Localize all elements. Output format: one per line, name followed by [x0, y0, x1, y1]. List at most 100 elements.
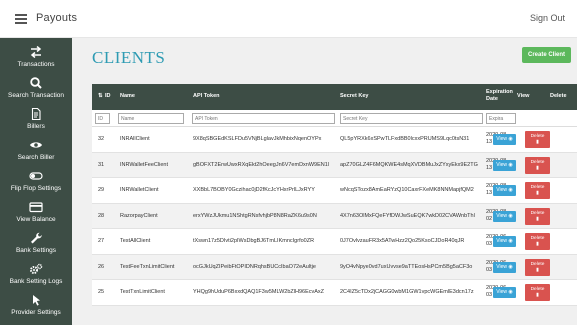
eye-icon: ◉ [508, 289, 513, 295]
eye-icon: ◉ [508, 263, 513, 270]
document-icon [31, 108, 41, 120]
cell-name: INRWalletClient [120, 187, 159, 193]
cell-id: 26 [98, 263, 105, 270]
cell-api-token: XXBbL7BOBY0Gczihac0jD2fKcJcYHxrPrlLJxRYY [193, 187, 315, 193]
sidebar-item-provider-settings[interactable]: Provider Settings [0, 294, 72, 316]
main-content: CLIENTS Create Client ⇅ ID Name API Toke… [72, 38, 577, 325]
column-header-expiration-date[interactable]: Expiration Date [486, 89, 516, 103]
gears-icon [30, 263, 43, 274]
table-row: 31 INRWalletFeeClient gBOFXT2ErwUwxRXqEk… [92, 152, 577, 178]
secret-key-filter-input[interactable] [340, 113, 483, 124]
sign-out-link[interactable]: Sign Out [530, 13, 565, 23]
eye-icon: ◉ [508, 161, 513, 168]
cell-api-token: ocGJkUqZIPeibFtOPIDNRqhsBUCcIbaO72eAultj… [193, 263, 316, 270]
cell-api-token: YHQg9hUduP6BxxdQAQ1F3w5MLW2bZlH96EcvAxZ [193, 289, 325, 295]
view-button[interactable]: View ◉ [493, 236, 516, 247]
delete-button-label: Delete [530, 261, 545, 267]
sidebar-item-label: Bank Setting Logs [9, 278, 63, 285]
sidebar-item-bank-settings[interactable]: Bank Settings [0, 232, 72, 254]
app-title: Payouts [36, 12, 78, 24]
cell-name: INRWalletFeeClient [120, 161, 168, 168]
table-row: 26 TestFeeTxnLimitClient ocGJkUqZIPeibFt… [92, 254, 577, 280]
delete-button[interactable]: Delete ▮ [525, 284, 550, 301]
cell-name: TestAllClient [120, 238, 151, 244]
table-header: ⇅ ID Name API Token Secret Key Expiratio… [92, 84, 577, 110]
delete-button[interactable]: Delete ▮ [525, 182, 550, 199]
view-button-label: View [496, 187, 507, 193]
sidebar-item-search-transaction[interactable]: Search Transaction [0, 77, 72, 99]
cell-id: 31 [98, 161, 105, 168]
sidebar-item-view-balance[interactable]: View Balance [0, 201, 72, 223]
clients-table: ⇅ ID Name API Token Secret Key Expiratio… [92, 84, 577, 306]
trash-icon: ▮ [536, 216, 539, 222]
eye-icon: ◉ [508, 136, 513, 142]
column-header-api-token[interactable]: API Token [193, 93, 220, 99]
delete-button[interactable]: Delete ▮ [525, 156, 550, 174]
view-button-label: View [496, 289, 507, 295]
delete-button-label: Delete [530, 185, 545, 190]
toggle-icon [29, 172, 43, 180]
column-header-view: View [517, 93, 530, 99]
pointer-icon [33, 295, 40, 306]
create-client-button[interactable]: Create Client [521, 47, 571, 63]
column-header-secret-key[interactable]: Secret Key [340, 93, 368, 99]
cell-secret-key: 2C4IZ5cTDx2jCAGG0wbM1GW1vpcWGEmlE3dcn17z [340, 289, 474, 295]
delete-button[interactable]: Delete ▮ [525, 233, 550, 250]
sidebar-item-label: Transactions [17, 61, 55, 68]
cell-name: INRAllClient [120, 136, 150, 142]
id-filter-input[interactable] [95, 113, 110, 124]
sidebar-item-search-biller[interactable]: Search Biller [0, 139, 72, 161]
api-token-filter-input[interactable] [192, 113, 335, 124]
trash-icon: ▮ [536, 293, 539, 298]
sidebar-item-label: Bank Settings [15, 247, 57, 254]
view-button[interactable]: View ◉ [493, 185, 516, 196]
column-header-id[interactable]: ID [105, 93, 111, 99]
hamburger-icon[interactable] [15, 14, 27, 24]
sidebar-item-transactions[interactable]: Transactions [0, 46, 72, 68]
column-header-delete: Delete [550, 93, 567, 99]
view-button[interactable]: View ◉ [493, 287, 516, 298]
wrench-icon [31, 232, 42, 244]
name-filter-input[interactable] [118, 113, 184, 124]
cell-id: 28 [98, 212, 105, 219]
search-icon [30, 77, 42, 89]
cell-secret-key: 0J7OvlvzauFR3x5ATwHzz2Qo25KsoCJDoR40qJR [340, 238, 465, 244]
eye-icon [30, 142, 42, 148]
sidebar-item-flip-flop-settings[interactable]: Flip Flop Settings [0, 170, 72, 192]
view-button[interactable]: View ◉ [493, 134, 516, 145]
cell-secret-key: 4X7n63OlMxFQeFYfDWJwSuEQK7wkD02CVAWnbThl [340, 212, 475, 219]
cell-name: TestTxnLimitClient [120, 289, 165, 295]
cell-api-token: gBOFXT2ErwUwxRXqEkt2hOeegJn6V7emDxnW9EN1… [193, 161, 330, 168]
cell-name: RazorpayClient [120, 212, 158, 219]
view-button-label: View [496, 212, 507, 219]
cell-id: 32 [98, 136, 105, 142]
delete-button[interactable]: Delete ▮ [525, 258, 550, 276]
table-row: 25 TestTxnLimitClient YHQg9hUduP6BxxdQAQ… [92, 280, 577, 306]
view-button-label: View [496, 161, 507, 168]
view-button[interactable]: View ◉ [493, 159, 516, 171]
column-header-name[interactable]: Name [120, 93, 135, 99]
cell-id: 25 [98, 289, 105, 295]
view-button[interactable]: View ◉ [493, 261, 516, 273]
transfer-icon [30, 46, 42, 58]
cell-name: TestFeeTxnLimitClient [120, 263, 175, 270]
trash-icon: ▮ [536, 165, 539, 171]
credit-card-icon [29, 202, 43, 213]
expiration-filter-input[interactable] [486, 113, 516, 124]
sort-icon[interactable]: ⇅ [98, 93, 103, 99]
sidebar-item-label: Flip Flop Settings [10, 185, 62, 192]
delete-button[interactable]: Delete ▮ [525, 207, 550, 225]
table-row: 29 INRWalletClient XXBbL7BOBY0Gczihac0jD… [92, 178, 577, 204]
eye-icon: ◉ [508, 238, 513, 244]
page-title: CLIENTS [92, 48, 166, 67]
eye-icon: ◉ [508, 187, 513, 193]
view-button[interactable]: View ◉ [493, 210, 516, 222]
sidebar-item-bank-setting-logs[interactable]: Bank Setting Logs [0, 263, 72, 285]
delete-button[interactable]: Delete ▮ [525, 131, 550, 148]
eye-icon: ◉ [508, 212, 513, 219]
sidebar-item-label: Provider Settings [11, 309, 61, 316]
cell-id: 27 [98, 238, 105, 244]
sidebar-item-billers[interactable]: Billers [0, 108, 72, 130]
trash-icon: ▮ [536, 140, 539, 145]
view-button-label: View [496, 263, 507, 270]
